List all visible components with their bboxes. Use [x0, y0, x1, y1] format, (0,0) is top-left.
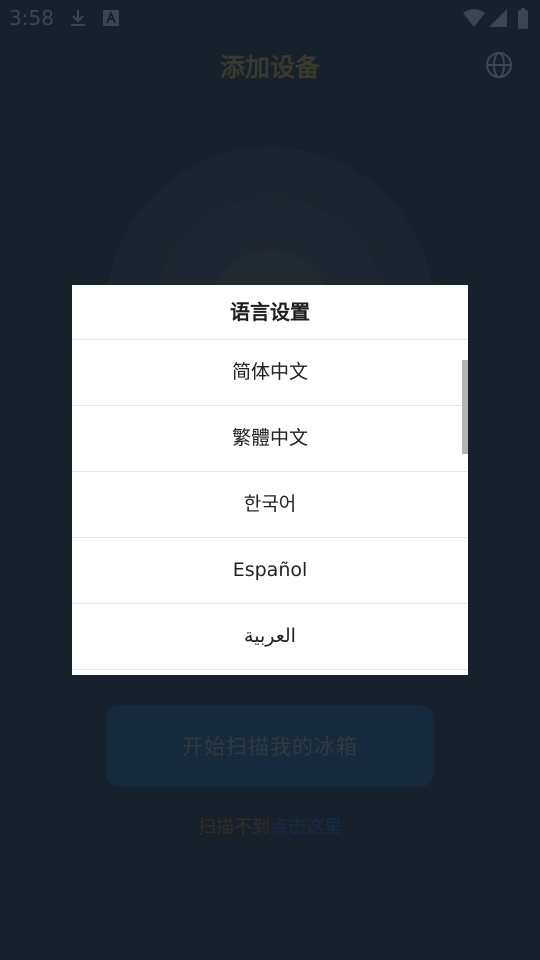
wifi-icon — [463, 9, 485, 27]
click-here-link[interactable]: 点击这里 — [270, 817, 342, 838]
scrollbar-thumb[interactable] — [462, 360, 468, 454]
download-icon — [71, 10, 85, 26]
language-option-es[interactable]: Español — [72, 538, 468, 604]
status-time: 3:58 — [9, 6, 54, 30]
language-option-zh-hans[interactable]: 简体中文 — [72, 340, 468, 406]
help-line: 扫描不到点击这里 — [0, 813, 540, 839]
language-option-zh-hant[interactable]: 繁體中文 — [72, 406, 468, 472]
page-title: 添加设备 — [219, 53, 320, 82]
language-dialog: 语言设置 简体中文 繁體中文 한국어 Español العربية — [72, 285, 468, 675]
signal-icon — [489, 9, 507, 27]
screen: 3:58 添加设备 开始扫描我的冰箱 扫描不到点击这里 语言设置 简体中文 繁體… — [0, 0, 540, 960]
battery-icon — [518, 8, 528, 29]
language-option-ar[interactable]: العربية — [72, 604, 468, 670]
language-option-ko[interactable]: 한국어 — [72, 472, 468, 538]
dialog-title: 语言设置 — [72, 285, 468, 340]
status-bar: 3:58 — [0, 0, 540, 36]
help-text: 扫描不到 — [198, 817, 270, 838]
globe-icon[interactable] — [484, 50, 514, 80]
font-icon — [103, 10, 119, 26]
start-scan-button[interactable]: 开始扫描我的冰箱 — [106, 705, 434, 787]
